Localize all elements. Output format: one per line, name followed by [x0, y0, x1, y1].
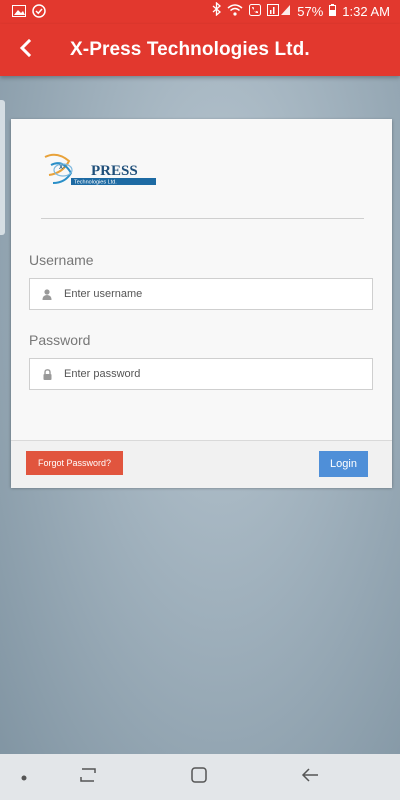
- call-icon: [249, 0, 262, 24]
- divider: [41, 218, 364, 219]
- bluetooth-icon: [212, 0, 222, 24]
- username-input[interactable]: [64, 279, 372, 309]
- dot-icon: [21, 768, 27, 786]
- chevron-left-icon: [19, 38, 33, 62]
- logo-brand: PRESS: [91, 163, 138, 179]
- image-icon: [12, 4, 26, 20]
- status-bar-right: 57% 1:32 AM: [212, 0, 390, 24]
- logo-tagline: Technologies Ltd.: [74, 180, 117, 186]
- home-button[interactable]: [185, 764, 213, 790]
- lock-icon: [30, 368, 64, 380]
- clock: 1:32 AM: [342, 4, 390, 19]
- check-circle-icon: [32, 3, 46, 21]
- back-button[interactable]: [2, 24, 50, 76]
- login-card: X- PRESS Technologies Ltd. Username Pass…: [11, 119, 392, 488]
- card-footer: Forgot Password? Login: [11, 440, 392, 488]
- logo-prefix: X-: [59, 165, 65, 171]
- username-field[interactable]: [29, 278, 373, 310]
- home-icon: [191, 766, 207, 788]
- login-button[interactable]: Login: [319, 451, 368, 477]
- status-bar-left: [12, 3, 46, 21]
- recents-button[interactable]: [74, 764, 102, 790]
- password-label: Password: [29, 332, 91, 348]
- password-input[interactable]: [64, 359, 372, 389]
- wifi-icon: [227, 0, 243, 24]
- nav-dot-button[interactable]: [10, 764, 38, 790]
- back-arrow-icon: [301, 767, 319, 787]
- battery-percent: 57%: [297, 4, 324, 19]
- company-logo: X- PRESS Technologies Ltd.: [41, 153, 161, 193]
- signal-icon: [267, 0, 291, 24]
- page-title: X-Press Technologies Ltd.: [70, 39, 310, 60]
- status-bar: 57% 1:32 AM: [0, 0, 400, 24]
- app-toolbar: X-Press Technologies Ltd.: [0, 24, 400, 76]
- user-icon: [30, 288, 64, 300]
- edge-panel-handle[interactable]: [0, 100, 5, 235]
- username-label: Username: [29, 252, 94, 268]
- recents-icon: [79, 767, 97, 787]
- system-navigation-bar: [0, 754, 400, 800]
- password-field[interactable]: [29, 358, 373, 390]
- battery-icon: [329, 0, 337, 24]
- forgot-password-button[interactable]: Forgot Password?: [26, 451, 123, 475]
- system-back-button[interactable]: [296, 764, 324, 790]
